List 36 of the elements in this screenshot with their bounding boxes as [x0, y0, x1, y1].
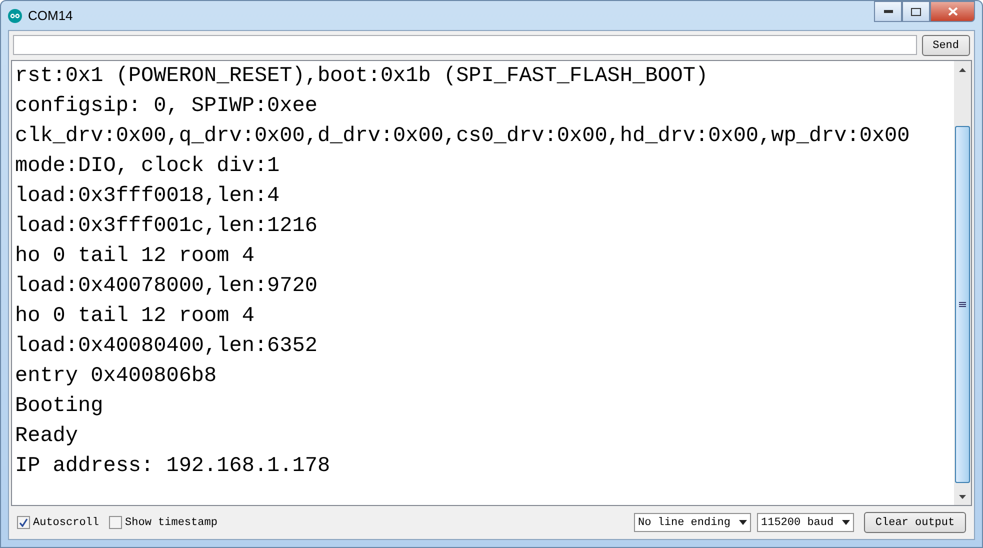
- message-input[interactable]: [13, 35, 917, 55]
- caret-icon: [842, 520, 850, 525]
- option-checkbox[interactable]: Show timestamp: [109, 516, 218, 529]
- output-line: ho 0 tail 12 room 4: [15, 304, 256, 330]
- output-line: configsip: 0, SPIWP:0xee: [15, 94, 318, 120]
- minimize-icon: [884, 10, 892, 13]
- app-icon: [8, 8, 22, 22]
- clear-output-button[interactable]: Clear output: [864, 512, 966, 533]
- close-button[interactable]: [930, 1, 975, 22]
- scroll-down-icon[interactable]: [959, 495, 966, 499]
- output-line: load:0x3fff001c,len:1216: [15, 214, 318, 240]
- option-checkbox[interactable]: Autoscroll: [17, 516, 100, 529]
- window-title: COM14: [28, 8, 73, 23]
- output-line: Booting: [15, 394, 104, 420]
- output-line: mode:DIO, clock div:1: [15, 154, 281, 180]
- output-line: load:0x40080400,len:6352: [15, 334, 318, 360]
- output-line: clk_drv:0x00,q_drv:0x00,d_drv:0x00,cs0_drv:0x00,hd_drv:0x00,wp_drv:0x00: [15, 124, 911, 150]
- output-line: rst:0x1 (POWERON_RESET),boot:0x1b (SPI_FAST_FLASH_BOOT): [15, 64, 710, 90]
- scroll-up-icon[interactable]: [959, 68, 966, 72]
- scrollbar[interactable]: [954, 61, 971, 505]
- send-button[interactable]: Send: [922, 35, 970, 56]
- scroll-thumb[interactable]: [955, 126, 970, 483]
- maximize-icon: [911, 8, 921, 16]
- output-line: ho 0 tail 12 room 4: [15, 244, 256, 270]
- close-icon: [948, 7, 958, 16]
- line-ending-dropdown[interactable]: No line ending: [634, 513, 751, 532]
- output-line: IP address: 192.168.1.178: [15, 454, 332, 480]
- output-line: Ready: [15, 424, 80, 450]
- output-line: entry 0x400806b8: [15, 364, 218, 390]
- baud-dropdown[interactable]: 115200 baud: [757, 513, 854, 532]
- output-line: load:0x3fff0018,len:4: [15, 184, 281, 210]
- maximize-button[interactable]: [902, 1, 930, 22]
- caret-icon: [739, 520, 747, 525]
- output-line: load:0x40078000,len:9720: [15, 274, 318, 300]
- checkmark-icon: [19, 518, 28, 527]
- minimize-button[interactable]: [874, 1, 902, 22]
